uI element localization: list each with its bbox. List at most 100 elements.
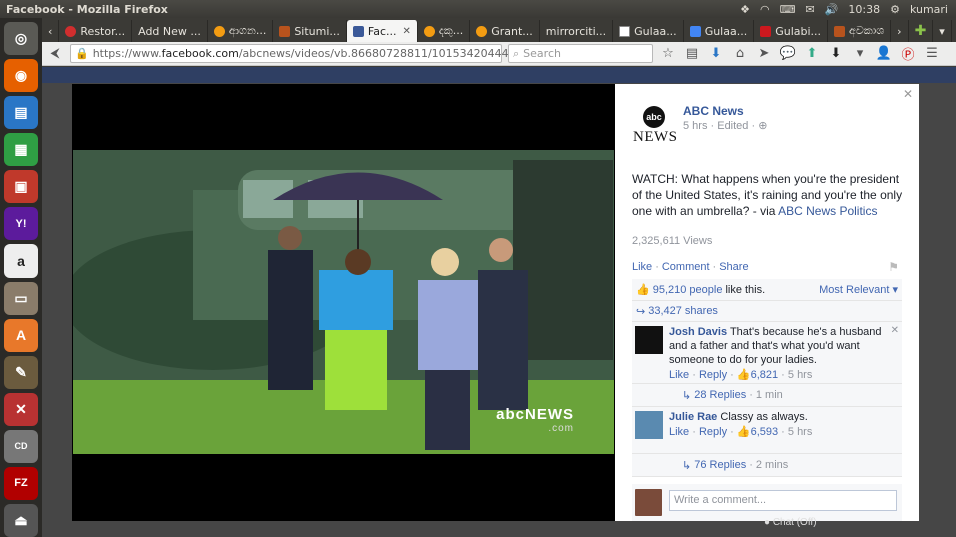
clock[interactable]: 10:38 (848, 3, 880, 16)
search-input[interactable]: ⌕ Search (508, 44, 653, 63)
files-icon[interactable]: ▭ (4, 281, 38, 315)
extension-icon[interactable]: ⬆ (803, 46, 821, 61)
close-icon[interactable]: ✕ (903, 87, 913, 101)
dropbox-icon[interactable]: ❖ (740, 3, 750, 16)
tab-label: Gulaa... (704, 24, 748, 38)
software-center-icon[interactable]: A (4, 318, 38, 352)
wifi-icon[interactable]: ◠ (760, 3, 770, 16)
tab[interactable]: mirrorciti... (540, 20, 614, 42)
video-player[interactable]: abcNEWS .com (72, 84, 615, 521)
like-button[interactable]: Like (632, 261, 652, 273)
yahoo-mail-icon[interactable]: Y! (4, 207, 38, 241)
likes-count-link[interactable]: 95,210 people (653, 284, 723, 296)
replies-count[interactable]: 76 Replies (694, 459, 746, 471)
user-name[interactable]: kumari (910, 3, 948, 16)
tab[interactable]: Grant... (470, 20, 540, 42)
abc-news-logo[interactable]: abc NEWS (633, 106, 677, 148)
close-tab-icon[interactable]: ✕ (403, 26, 411, 37)
comment-like-count[interactable]: 6,821 (751, 369, 779, 381)
view-replies[interactable]: ↳ 28 Replies · 1 min (632, 384, 902, 407)
share-button[interactable]: Share (719, 261, 748, 273)
tab[interactable]: Restor... (59, 20, 133, 42)
comment-time[interactable]: 5 hrs (788, 369, 812, 381)
comment-author[interactable]: Josh Davis (669, 326, 727, 338)
comment-time[interactable]: 5 hrs (788, 426, 812, 438)
comment-like-count[interactable]: 6,593 (751, 426, 779, 438)
view-replies[interactable]: ↳ 76 Replies · 2 mins (632, 454, 902, 477)
tab[interactable]: Gulaa... (613, 20, 684, 42)
tab[interactable]: Gulabi... (754, 20, 829, 42)
download-manager-icon[interactable]: ⬇ (827, 46, 845, 61)
calc-icon[interactable]: ▦ (4, 133, 38, 167)
page-name-link[interactable]: ABC News (683, 104, 744, 118)
settings-icon[interactable]: ✕ (4, 392, 38, 426)
avatar[interactable] (635, 326, 663, 354)
search-icon: ⌕ (513, 46, 520, 60)
filezilla-icon[interactable]: FZ (4, 466, 38, 501)
most-relevant-dropdown[interactable]: Most Relevant ▾ (819, 283, 902, 296)
volume-icon[interactable]: 🔊 (825, 3, 839, 16)
gimp-icon[interactable]: ✎ (4, 355, 38, 389)
comment: Josh Davis That's because he's a husband… (632, 322, 902, 384)
url-bar[interactable]: 🔒 https://www.facebook.com/abcnews/video… (70, 44, 577, 63)
comment-input[interactable]: Write a comment... (669, 490, 897, 511)
chat-status[interactable]: ● Chat (Off) (764, 517, 817, 528)
gear-icon[interactable]: ⚙ (890, 3, 900, 16)
comment-like-button[interactable]: Like (669, 426, 689, 438)
keyboard-icon[interactable]: ⌨ (780, 3, 796, 16)
comment: Julie Rae Classy as always. Like · Reply… (632, 407, 902, 454)
chat-icon[interactable]: 💬 (779, 46, 797, 61)
shares-summary[interactable]: ↪ 33,427 shares (632, 301, 902, 322)
back-icon[interactable]: ⮜ (46, 46, 64, 61)
home-icon[interactable]: ⌂ (731, 46, 749, 61)
more-icon[interactable]: ▾ (851, 46, 869, 61)
tab[interactable]: Situmi... (273, 20, 347, 42)
facebook-header (42, 67, 956, 83)
flag-icon[interactable]: ⚑ (888, 260, 899, 274)
tab[interactable]: Add New ... (132, 20, 208, 42)
account-icon[interactable]: 👤 (875, 46, 893, 61)
download-icon[interactable]: ⬇ (707, 46, 725, 61)
facebook-favicon (352, 25, 364, 37)
cd-burner-icon[interactable]: CD (4, 429, 38, 463)
tab-scroll-left[interactable]: ‹ (42, 20, 60, 42)
dash-icon[interactable]: ◎ (4, 22, 38, 56)
send-icon[interactable]: ➤ (755, 46, 773, 61)
tab[interactable]: අවකාශ (828, 20, 892, 42)
comment-author[interactable]: Julie Rae (669, 411, 717, 423)
tab-scroll-right[interactable]: › (891, 20, 909, 42)
firefox-icon[interactable]: ◉ (4, 59, 38, 93)
tab[interactable]: ආගන... (208, 20, 274, 42)
tab[interactable]: දකු... (418, 20, 471, 42)
chat-label: Chat (Off) (772, 517, 817, 528)
pinterest-icon[interactable]: Ⓟ (899, 44, 917, 63)
mail-icon[interactable]: ✉ (805, 3, 814, 16)
impress-icon[interactable]: ▣ (4, 170, 38, 204)
comment-button[interactable]: Comment (662, 261, 710, 273)
menu-icon[interactable]: ☰ (923, 46, 941, 61)
new-tab-icon[interactable]: ✚ (909, 20, 934, 42)
writer-icon[interactable]: ▤ (4, 96, 38, 130)
video-frame[interactable]: abcNEWS .com (73, 150, 614, 454)
tab-list-icon[interactable]: ▾ (933, 20, 952, 42)
tab-label: දකු... (438, 24, 464, 37)
close-icon[interactable]: ✕ (891, 324, 899, 338)
amazon-icon[interactable]: a (4, 244, 38, 278)
replies-count[interactable]: 28 Replies (694, 389, 746, 401)
reading-list-icon[interactable]: ▤ (683, 46, 701, 61)
comment-like-button[interactable]: Like (669, 369, 689, 381)
thumbs-up-icon: 👍 (736, 426, 751, 438)
avatar[interactable] (635, 411, 663, 439)
tab-label: Restor... (80, 24, 126, 38)
likes-suffix: like this. (725, 283, 766, 296)
comment-reply-button[interactable]: Reply (699, 369, 727, 381)
comment-reply-button[interactable]: Reply (699, 426, 727, 438)
tab-label: Gulabi... (775, 24, 822, 38)
tab-active[interactable]: Fac... ✕ (346, 20, 418, 42)
abc-news-politics-link[interactable]: ABC News Politics (778, 204, 877, 218)
favicon (834, 25, 846, 37)
tab[interactable]: Gulaa... (684, 20, 755, 42)
bookmark-star-icon[interactable]: ☆ (659, 46, 677, 61)
tab-label: අවකාශ (849, 24, 885, 37)
usb-icon[interactable]: ⏏ (4, 504, 38, 537)
